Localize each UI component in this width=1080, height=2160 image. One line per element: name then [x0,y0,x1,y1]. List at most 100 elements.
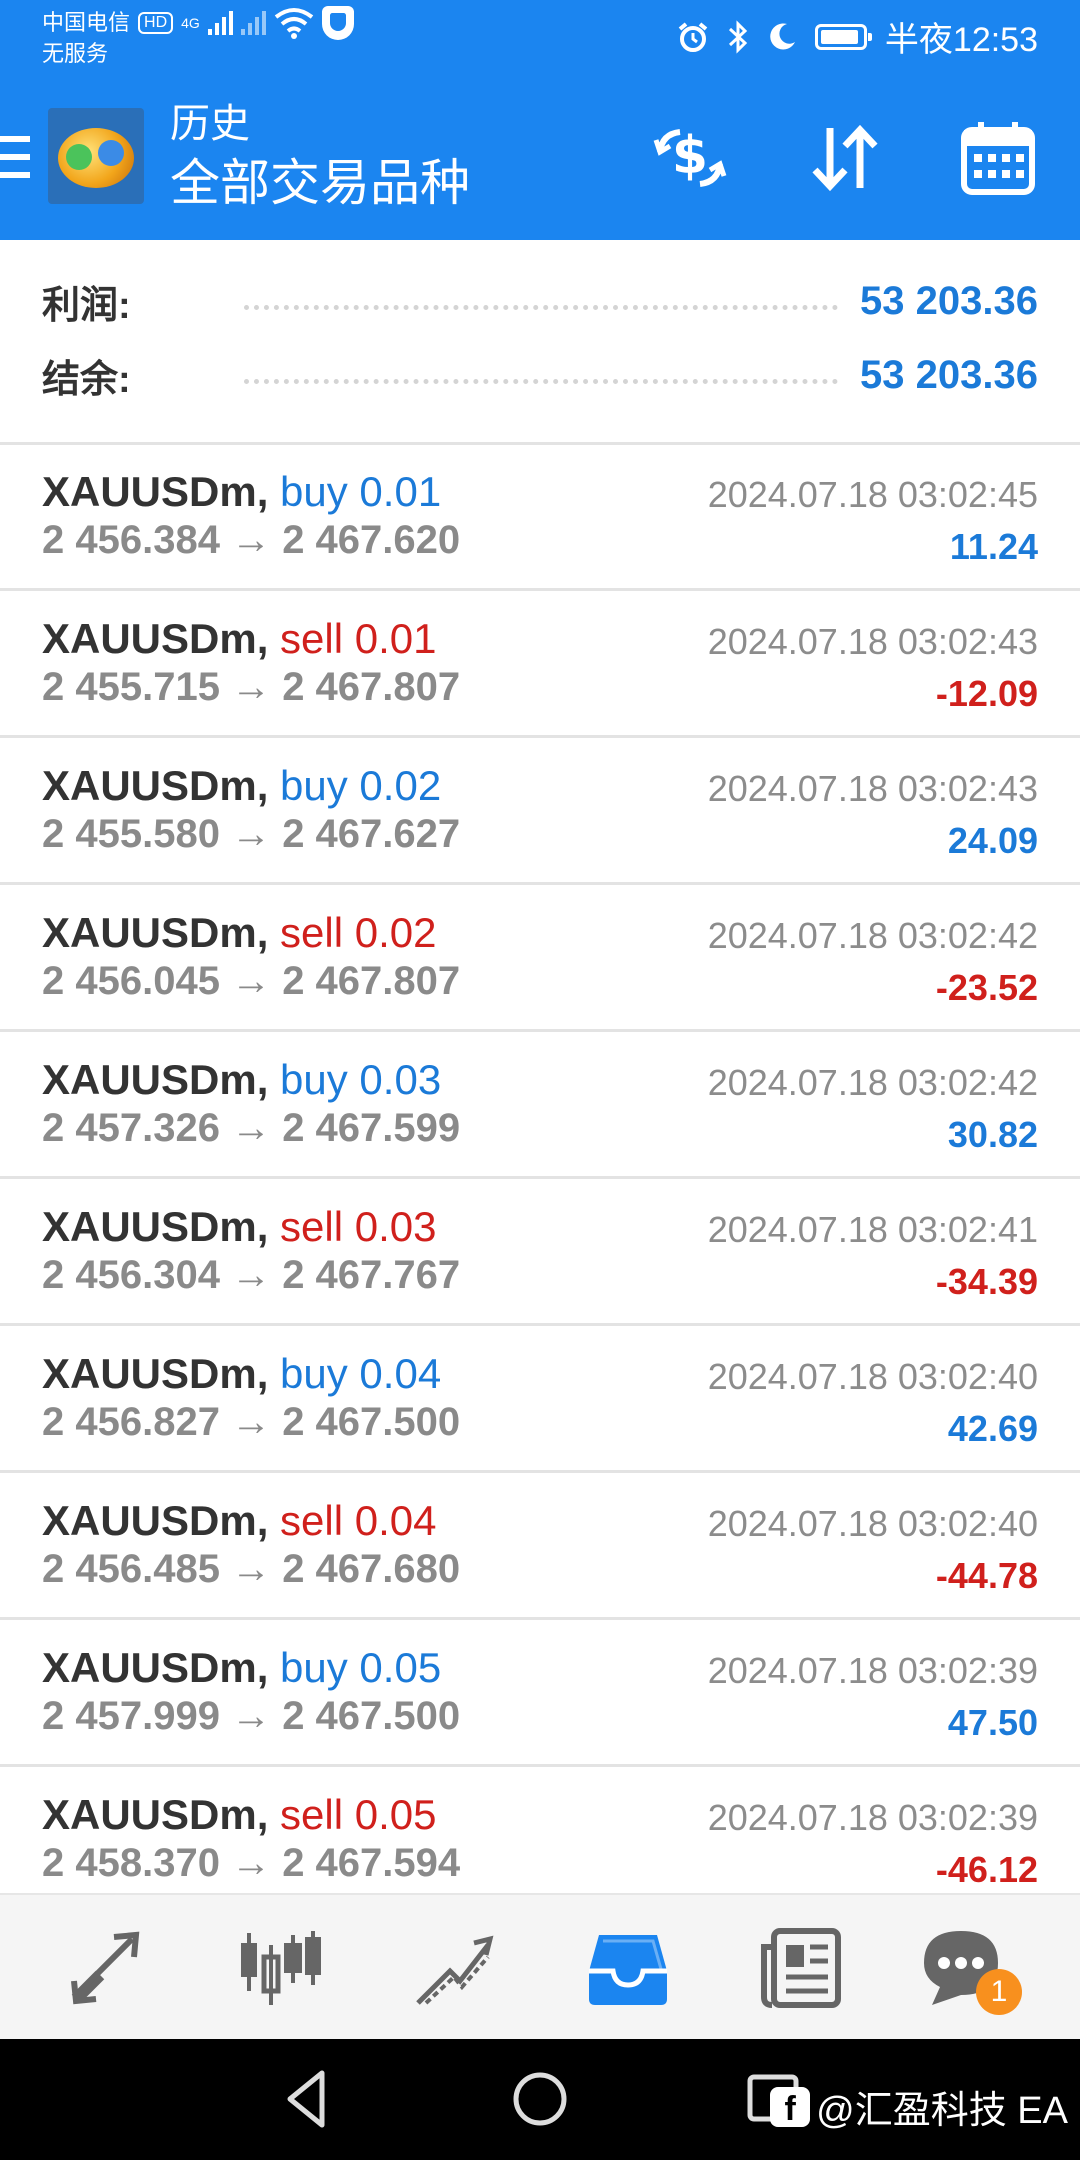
trade-prices: 2 456.384 → 2 467.620 [42,518,460,563]
sort-icon[interactable] [805,118,885,198]
trade-symbol: XAUUSDm, buy 0.03 [42,1056,441,1104]
close-price: 2 467.620 [282,518,461,562]
watermark-text: @汇盈科技 EA [816,2090,1068,2132]
trade-profit: -44.78 [935,1555,1038,1596]
trade-row[interactable]: XAUUSDm, buy 0.01 2 456.384 → 2 467.620 20… [0,444,1080,591]
trade-row[interactable]: XAUUSDm, buy 0.02 2 455.580 → 2 467.627 20… [0,738,1080,885]
open-price: 2 456.485 [42,1547,220,1591]
profit-row: 利润: 53 203.36 [42,266,1038,336]
arrow-right-icon: → [219,1694,283,1738]
trade-symbol: XAUUSDm, sell 0.01 [42,615,436,663]
trade-profit: -12.09 [935,673,1038,714]
open-price: 2 455.715 [42,665,220,709]
arrow-right-icon: → [219,959,283,1003]
open-price: 2 456.827 [42,1400,220,1444]
net-type: 4G [181,15,200,31]
trade-time: 2024.07.18 03:02:42 [707,1062,1038,1103]
dollar-exchange-icon[interactable]: $ [650,118,730,198]
trade-row[interactable]: XAUUSDm, sell 0.01 2 455.715 → 2 467.807 2… [0,591,1080,738]
symbol-filter[interactable]: 全部交易品种 [170,152,470,214]
trade-profit: 11.24 [949,526,1038,567]
chat-button[interactable]: 1 [918,1925,1022,2015]
trade-symbol: XAUUSDm, sell 0.05 [42,1791,436,1839]
trade-row[interactable]: XAUUSDm, sell 0.05 2 458.370 → 2 467.594 2… [0,1767,1080,1914]
history-icon[interactable] [585,1925,671,2011]
profit-label: 利润: [42,284,131,327]
quotes-icon[interactable] [66,1925,152,2011]
balance-label: 结余: [42,358,131,401]
trade-time: 2024.07.18 03:02:43 [707,768,1038,809]
trade-prices: 2 458.370 → 2 467.594 [42,1841,460,1886]
chart-icon[interactable] [237,1925,323,2011]
trade-prices: 2 457.326 → 2 467.599 [42,1106,460,1151]
symbol-name: XAUUSDm, [42,1350,269,1397]
watermark: f @汇盈科技 EA [770,2079,1068,2134]
clock: 半夜12:53 [884,21,1038,59]
trade-row[interactable]: XAUUSDm, buy 0.03 2 457.326 → 2 467.599 20… [0,1032,1080,1179]
trade-time: 2024.07.18 03:02:40 [707,1503,1038,1544]
close-price: 2 467.500 [282,1694,461,1738]
service-status: 无服务 [42,41,109,66]
trade-row[interactable]: XAUUSDm, sell 0.03 2 456.304 → 2 467.767 2… [0,1179,1080,1326]
open-price: 2 456.045 [42,959,220,1003]
arrow-right-icon: → [219,1547,283,1591]
arrow-right-icon: → [219,518,283,562]
trade-side: buy 0.04 [280,1350,442,1397]
arrow-right-icon: → [219,812,283,856]
symbol-name: XAUUSDm, [42,909,269,956]
back-icon[interactable] [276,2067,340,2131]
trade-prices: 2 456.304 → 2 467.767 [42,1253,460,1298]
trade-symbol: XAUUSDm, buy 0.01 [42,468,441,516]
trade-profit: 47.50 [947,1702,1038,1743]
close-price: 2 467.594 [282,1841,461,1885]
trade-side: sell 0.05 [280,1791,437,1838]
home-icon[interactable] [508,2067,572,2131]
close-price: 2 467.807 [282,665,461,709]
trade-side: sell 0.01 [280,615,437,662]
carrier-name: 中国电信 [42,10,131,35]
battery-icon [814,23,872,50]
trade-icon[interactable] [410,1925,496,2011]
trade-symbol: XAUUSDm, buy 0.02 [42,762,441,810]
trade-row[interactable]: XAUUSDm, buy 0.05 2 457.999 → 2 467.500 20… [0,1620,1080,1767]
symbol-name: XAUUSDm, [42,1644,269,1691]
open-price: 2 455.580 [42,812,220,856]
trade-row[interactable]: XAUUSDm, sell 0.02 2 456.045 → 2 467.807 2… [0,885,1080,1032]
bluetooth-icon [728,19,748,54]
trade-prices: 2 456.485 → 2 467.680 [42,1547,460,1592]
trade-time: 2024.07.18 03:02:39 [707,1650,1038,1691]
dotted-leader [244,378,839,384]
news-icon[interactable] [758,1925,844,2011]
page-title: 历史 [170,102,250,146]
trade-row[interactable]: XAUUSDm, sell 0.04 2 456.485 → 2 467.680 2… [0,1473,1080,1620]
trade-symbol: XAUUSDm, sell 0.03 [42,1203,436,1251]
trade-time: 2024.07.18 03:02:43 [707,621,1038,662]
trade-row[interactable]: XAUUSDm, buy 0.04 2 456.827 → 2 467.500 20… [0,1326,1080,1473]
trade-symbol: XAUUSDm, sell 0.02 [42,909,436,957]
trade-profit: -34.39 [935,1261,1038,1302]
open-price: 2 458.370 [42,1841,220,1885]
trade-profit: 30.82 [947,1114,1038,1155]
trade-time: 2024.07.18 03:02:45 [707,474,1038,515]
trade-symbol: XAUUSDm, buy 0.05 [42,1644,441,1692]
calendar-icon[interactable] [958,118,1038,198]
signal-2-icon [240,11,266,35]
trade-prices: 2 455.715 → 2 467.807 [42,665,460,710]
arrow-right-icon: → [219,1253,283,1297]
close-price: 2 467.680 [282,1547,461,1591]
symbol-name: XAUUSDm, [42,1203,269,1250]
open-price: 2 457.999 [42,1694,220,1738]
trade-side: sell 0.02 [280,909,437,956]
balance-value: 53 203.36 [860,352,1038,397]
shield-icon [321,6,354,40]
wifi-icon [274,8,314,39]
toolbar-titles[interactable]: 历史 全部交易品种 [170,100,470,214]
trade-time: 2024.07.18 03:02:41 [707,1209,1038,1250]
hd-badge: HD [138,12,174,34]
chat-badge: 1 [976,1969,1022,2015]
dotted-leader [244,304,839,310]
trade-prices: 2 456.045 → 2 467.807 [42,959,460,1004]
open-price: 2 457.326 [42,1106,220,1150]
menu-icon[interactable] [0,136,30,180]
bottom-navigation: 1 [0,1893,1080,2041]
